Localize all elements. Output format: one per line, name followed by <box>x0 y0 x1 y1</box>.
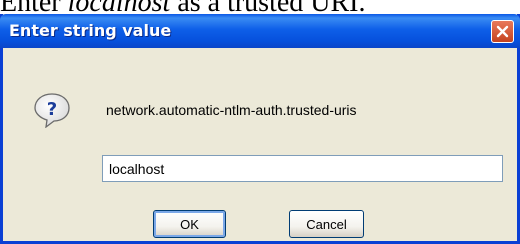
ok-button[interactable]: OK <box>153 210 226 238</box>
question-icon: ? <box>34 93 70 128</box>
close-button[interactable] <box>491 20 514 43</box>
string-value-input[interactable] <box>102 155 503 182</box>
cancel-button[interactable]: Cancel <box>289 210 364 238</box>
dialog-titlebar[interactable]: Enter string value <box>0 14 520 48</box>
preference-name: network.automatic-ntlm-auth.trusted-uris <box>106 102 357 118</box>
close-icon <box>496 25 509 38</box>
svg-text:?: ? <box>47 99 57 120</box>
dialog-title: Enter string value <box>9 21 172 40</box>
enter-string-dialog: Enter string value ? network.automatic-n… <box>0 14 520 244</box>
